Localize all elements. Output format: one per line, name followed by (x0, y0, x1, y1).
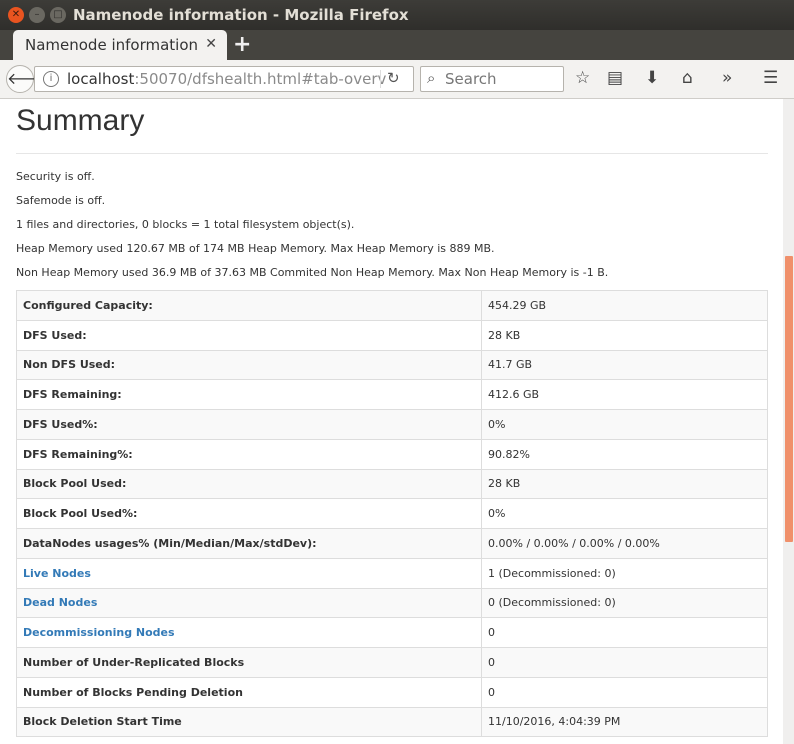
table-row: Number of Blocks Pending Deletion 0 (16, 676, 768, 708)
row-key: DFS Used: (16, 319, 482, 351)
table-row: DFS Used: 28 KB (16, 319, 768, 351)
download-icon[interactable]: ⬇ (645, 68, 659, 88)
window-titlebar: ✕ – □ Namenode information - Mozilla Fir… (0, 0, 794, 30)
table-row: Decommissioning Nodes 0 (16, 617, 768, 648)
row-value: 0 (481, 676, 768, 708)
table-row: Configured Capacity: 454.29 GB (16, 290, 768, 321)
tab-namenode-information[interactable]: Namenode information ✕ (13, 30, 227, 60)
search-icon: ⌕ (427, 69, 436, 87)
row-value: 41.7 GB (481, 349, 768, 381)
url-bar[interactable]: i localhost:50070/dfshealth.html#tab-ove… (34, 66, 414, 92)
table-row: DataNodes usages% (Min/Median/Max/stdDev… (16, 528, 768, 559)
back-button[interactable]: 🡐 (6, 65, 50, 93)
decommissioning-nodes-link[interactable]: Decommissioning Nodes (23, 626, 175, 639)
maximize-icon: □ (53, 9, 63, 20)
row-key: Decommissioning Nodes (16, 617, 482, 648)
row-key: Non DFS Used: (16, 349, 482, 381)
url-separator (380, 70, 381, 88)
row-key: Block Pool Used%: (16, 498, 482, 529)
divider (16, 153, 768, 154)
row-value: 0 (481, 617, 768, 648)
row-value: 28 KB (481, 468, 768, 500)
table-row: Live Nodes 1 (Decommissioned: 0) (16, 557, 768, 589)
vertical-scrollbar[interactable] (783, 99, 794, 744)
row-value: 454.29 GB (481, 290, 768, 321)
row-value: 90.82% (481, 438, 768, 470)
table-row: Dead Nodes 0 (Decommissioned: 0) (16, 587, 768, 619)
reload-icon[interactable]: ↻ (387, 69, 400, 87)
filesystem-objects: 1 files and directories, 0 blocks = 1 to… (16, 218, 355, 231)
row-key: Dead Nodes (16, 587, 482, 619)
table-row: Block Deletion Start Time 11/10/2016, 4:0… (16, 706, 768, 738)
row-value: 11/10/2016, 4:04:39 PM (481, 706, 768, 738)
row-key: DFS Used%: (16, 409, 482, 440)
row-value: 28 KB (481, 319, 768, 351)
url-host: localhost (67, 70, 135, 88)
row-key: Live Nodes (16, 557, 482, 589)
search-placeholder: Search (445, 70, 497, 88)
table-row: DFS Used%: 0% (16, 409, 768, 440)
page-content: Summary Security is off. Safemode is off… (0, 99, 783, 744)
row-key: DFS Remaining: (16, 379, 482, 410)
summary-table: Configured Capacity: 454.29 GB DFS Used: 2… (16, 290, 768, 738)
hamburger-menu-icon[interactable]: ☰ (763, 68, 778, 88)
plus-icon: + (233, 32, 252, 57)
search-input[interactable]: ⌕ Search (420, 66, 564, 92)
live-nodes-link[interactable]: Live Nodes (23, 567, 91, 580)
info-icon[interactable]: i (43, 71, 59, 87)
new-tab-button[interactable]: + (233, 32, 251, 57)
safemode-status: Safemode is off. (16, 194, 106, 207)
dead-nodes-link[interactable]: Dead Nodes (23, 596, 97, 609)
row-value: 0 (Decommissioned: 0) (481, 587, 768, 619)
table-row: Block Pool Used%: 0% (16, 498, 768, 529)
window-title: Namenode information - Mozilla Firefox (73, 6, 409, 24)
row-value: 1 (Decommissioned: 0) (481, 557, 768, 589)
window-close-button[interactable]: ✕ (8, 7, 24, 23)
tab-strip: Namenode information ✕ + (0, 30, 794, 60)
scrollbar-thumb[interactable] (785, 256, 793, 542)
non-heap-memory: Non Heap Memory used 36.9 MB of 37.63 MB… (16, 266, 609, 279)
row-value: 0% (481, 498, 768, 529)
overflow-chevron-icon[interactable]: » (722, 68, 732, 88)
table-row: DFS Remaining%: 90.82% (16, 438, 768, 470)
tab-close-icon[interactable]: ✕ (205, 36, 217, 52)
row-key: DataNodes usages% (Min/Median/Max/stdDev… (16, 528, 482, 559)
table-row: Non DFS Used: 41.7 GB (16, 349, 768, 381)
table-row: DFS Remaining: 412.6 GB (16, 379, 768, 410)
table-row: Number of Under-Replicated Blocks 0 (16, 647, 768, 678)
page-title: Summary (16, 104, 145, 137)
row-key: Number of Blocks Pending Deletion (16, 676, 482, 708)
window-maximize-button[interactable]: □ (50, 7, 66, 23)
tab-label: Namenode information (25, 36, 199, 54)
row-value: 0 (481, 647, 768, 678)
close-icon: ✕ (11, 9, 21, 20)
minimize-icon: – (34, 9, 40, 20)
navigation-toolbar: 🡐 i localhost:50070/dfshealth.html#tab-o… (0, 60, 794, 99)
row-key: Block Pool Used: (16, 468, 482, 500)
url-text[interactable]: localhost:50070/dfshealth.html#tab-overv (67, 70, 386, 88)
table-row: Block Pool Used: 28 KB (16, 468, 768, 500)
row-key: Configured Capacity: (16, 290, 482, 321)
row-key: Block Deletion Start Time (16, 706, 482, 738)
reading-list-icon[interactable]: ▤ (607, 68, 623, 88)
row-key: DFS Remaining%: (16, 438, 482, 470)
bookmark-star-icon[interactable]: ☆ (575, 68, 590, 88)
row-value: 412.6 GB (481, 379, 768, 410)
security-status: Security is off. (16, 170, 95, 183)
heap-memory: Heap Memory used 120.67 MB of 174 MB Hea… (16, 242, 495, 255)
row-key: Number of Under-Replicated Blocks (16, 647, 482, 678)
url-path: :50070/dfshealth.html#tab-overv (134, 70, 387, 88)
home-icon[interactable]: ⌂ (682, 68, 693, 88)
window-minimize-button[interactable]: – (29, 7, 45, 23)
row-value: 0.00% / 0.00% / 0.00% / 0.00% (481, 528, 768, 559)
row-value: 0% (481, 409, 768, 440)
